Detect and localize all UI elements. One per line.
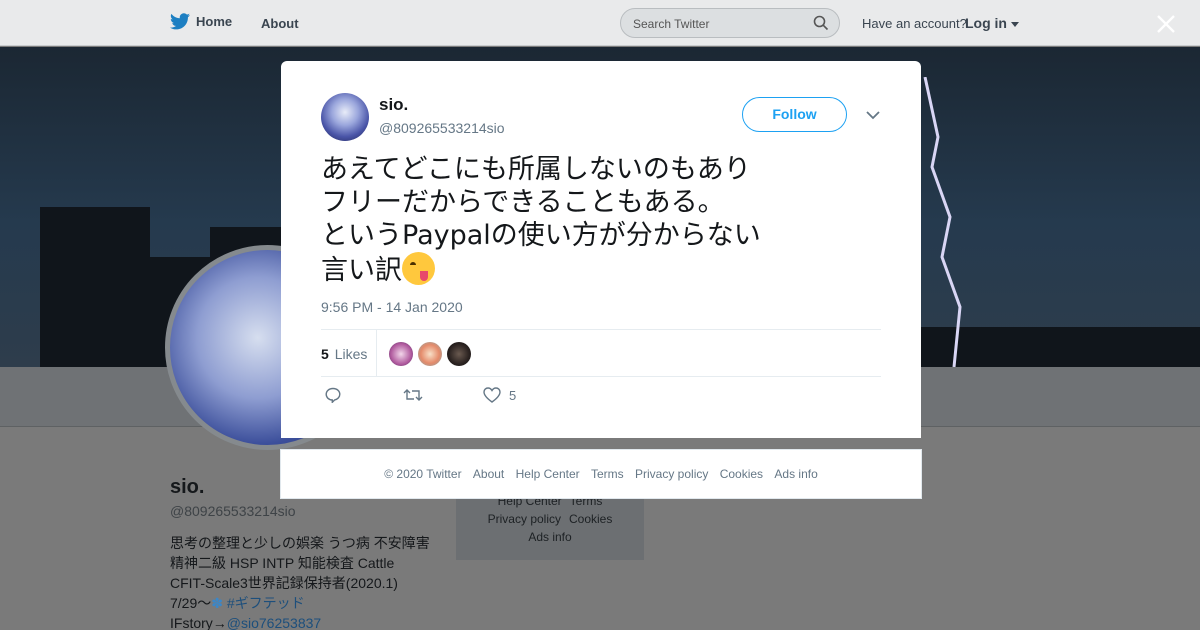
tweet-stats: 5 Likes bbox=[321, 329, 881, 377]
search-placeholder: Search Twitter bbox=[633, 17, 710, 31]
twitter-bird-icon bbox=[170, 13, 190, 30]
liker-avatar[interactable] bbox=[418, 342, 442, 366]
footer-link-terms[interactable]: Terms bbox=[591, 467, 624, 481]
tweet-text: あえてどこにも所属しないのもあり フリーだからできることもある。 というPayp… bbox=[321, 153, 881, 287]
liker-avatar[interactable] bbox=[389, 342, 413, 366]
liker-avatar[interactable] bbox=[447, 342, 471, 366]
footer-link[interactable]: Ads info bbox=[528, 530, 571, 544]
reply-button[interactable] bbox=[325, 387, 341, 403]
background-footer: Help Center Terms Privacy policy Cookies A… bbox=[456, 490, 644, 560]
footer-link[interactable]: Cookies bbox=[569, 512, 612, 526]
tweet-timestamp[interactable]: 9:56 PM - 14 Jan 2020 bbox=[321, 299, 463, 315]
winking-tongue-emoji-icon bbox=[402, 252, 435, 285]
top-navigation-bar: Home About Search Twitter Have an accoun… bbox=[0, 0, 1200, 46]
heart-icon bbox=[483, 387, 501, 403]
author-avatar[interactable] bbox=[321, 93, 369, 141]
have-account-text: Have an account? bbox=[862, 16, 967, 31]
nav-home-label: Home bbox=[196, 14, 233, 29]
modal-footer: © 2020 Twitter About Help Center Terms P… bbox=[280, 449, 922, 499]
tweet-body: あえてどこにも所属しないのもあり フリーだからできることもある。 というPayp… bbox=[321, 154, 761, 286]
bio-line: IFstory→ bbox=[170, 615, 227, 630]
author-handle[interactable]: @809265533214sio bbox=[379, 120, 505, 136]
nav-home-link[interactable]: Home bbox=[170, 13, 232, 30]
footer-link-ads-info[interactable]: Ads info bbox=[774, 467, 817, 481]
follow-button[interactable]: Follow bbox=[742, 97, 847, 132]
copyright-text: © 2020 Twitter bbox=[384, 467, 462, 481]
nav-about-link[interactable]: About bbox=[261, 16, 299, 31]
profile-bio: 思考の整理と少しの娯楽 うつ病 不安障害 精神二級 HSP INTP 知能検査 … bbox=[170, 533, 440, 630]
retweet-icon bbox=[403, 389, 423, 401]
footer-link-about[interactable]: About bbox=[473, 467, 504, 481]
login-label: Log in bbox=[965, 15, 1007, 31]
close-icon[interactable] bbox=[1155, 13, 1177, 35]
login-link[interactable]: Log in bbox=[965, 15, 1019, 31]
likes-count: 5 bbox=[321, 346, 329, 362]
chevron-down-icon[interactable] bbox=[866, 110, 880, 120]
likes-stat[interactable]: 5 Likes bbox=[321, 346, 367, 362]
footer-link-cookies[interactable]: Cookies bbox=[720, 467, 763, 481]
profile-handle[interactable]: @809265533214sio bbox=[170, 503, 296, 519]
search-input[interactable]: Search Twitter bbox=[620, 8, 840, 38]
tweet-modal: sio. @809265533214sio Follow あえてどこにも所属しな… bbox=[281, 61, 921, 438]
hashtag-link[interactable]: #ギフテッド bbox=[227, 595, 305, 611]
like-count: 5 bbox=[509, 387, 517, 403]
author-name[interactable]: sio. bbox=[379, 95, 408, 115]
caret-down-icon bbox=[1010, 22, 1019, 27]
bio-line: CFIT-Scale3世界記録保持者(2020.1) bbox=[170, 575, 398, 591]
retweet-button[interactable] bbox=[403, 387, 423, 403]
stats-divider bbox=[376, 330, 377, 377]
bio-line: 7/29〜 bbox=[170, 595, 212, 611]
lightning-decoration bbox=[923, 77, 962, 367]
like-button[interactable]: 5 bbox=[483, 387, 516, 403]
reply-icon bbox=[325, 387, 341, 403]
puzzle-icon: ✽ bbox=[211, 595, 223, 611]
bio-line: 精神二級 HSP INTP 知能検査 Cattle bbox=[170, 555, 395, 571]
profile-name: sio. bbox=[170, 476, 205, 498]
mention-link[interactable]: @sio76253837 bbox=[227, 615, 321, 630]
likes-label: Likes bbox=[334, 346, 368, 362]
tweet-actions: 5 bbox=[321, 387, 881, 411]
footer-link-privacy[interactable]: Privacy policy bbox=[635, 467, 708, 481]
bio-line: 思考の整理と少しの娯楽 うつ病 不安障害 bbox=[170, 535, 430, 551]
search-icon[interactable] bbox=[813, 15, 829, 31]
footer-link[interactable]: Privacy policy bbox=[488, 512, 561, 526]
footer-link-help-center[interactable]: Help Center bbox=[516, 467, 580, 481]
